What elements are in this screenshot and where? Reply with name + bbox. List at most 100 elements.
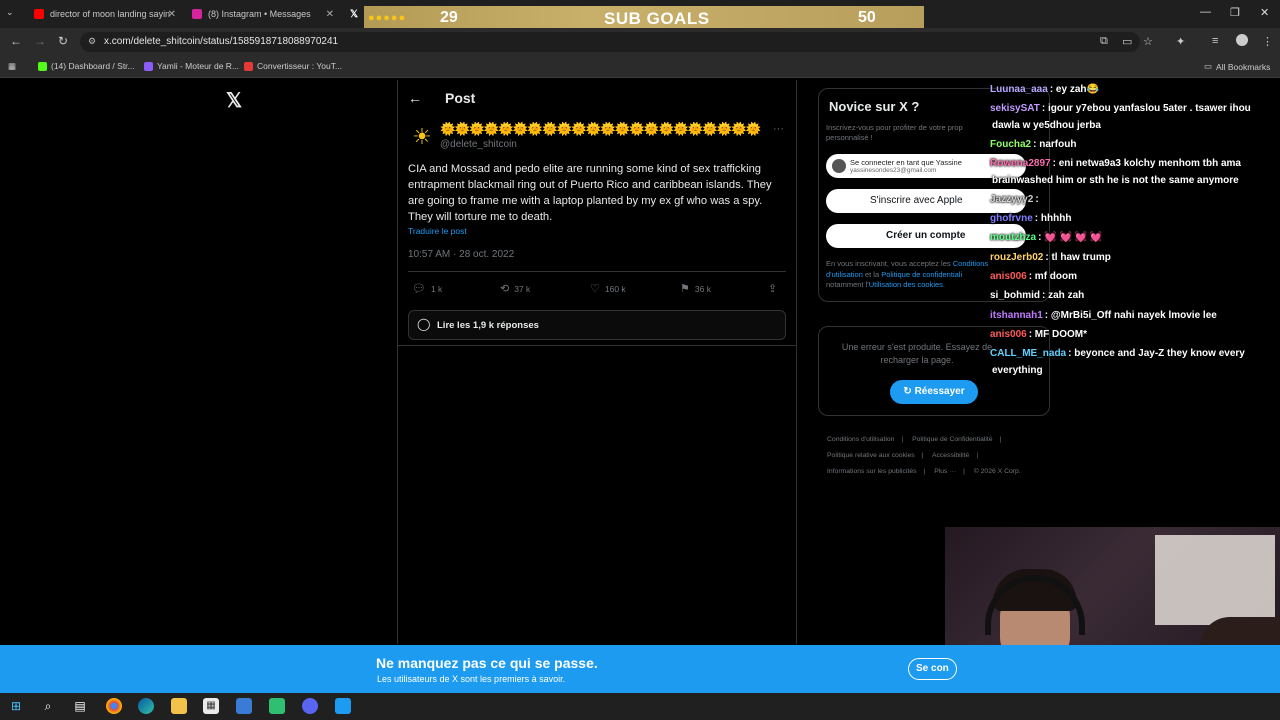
post-timestamp[interactable]: 10:57 AM · 28 oct. 2022 [408, 249, 514, 260]
close-window-icon[interactable]: ✕ [1260, 6, 1269, 19]
restore-icon[interactable]: ❐ [1230, 6, 1240, 19]
x-favicon-icon: 𝕏 [350, 8, 359, 20]
file-explorer-icon[interactable] [171, 698, 187, 714]
edge-icon[interactable] [138, 698, 154, 714]
chat-username[interactable]: itshannah1 [990, 310, 1043, 321]
task-view-icon[interactable]: ▤ [72, 698, 88, 714]
bookmark-button[interactable]: ⚑ 36 k [680, 282, 711, 295]
chat-username[interactable]: CALL_ME_nada [990, 348, 1066, 359]
x-logo[interactable]: 𝕏 [226, 88, 242, 113]
translate-icon[interactable]: ⧉ [1100, 35, 1108, 48]
chat-username[interactable]: Luunaa_aaa [990, 84, 1048, 95]
read-replies-label: Lire les 1,9 k réponses [437, 320, 539, 331]
heart-icon: ♡ [590, 283, 600, 295]
bookmark-kick[interactable]: (14) Dashboard / Str... [38, 61, 135, 71]
share-icon: ⇪ [768, 283, 778, 295]
chat-message: rouzJerb02: tl haw trump [990, 250, 1275, 266]
avatar[interactable]: ☀ [408, 123, 436, 151]
footer-link[interactable]: Politique de Confidentialité [912, 436, 992, 443]
chat-message: Luunaa_aaa: ey zah😂 [990, 82, 1275, 98]
close-icon[interactable]: ✕ [326, 9, 334, 20]
bookmark-yamli[interactable]: Yamli - Moteur de R... [144, 61, 239, 71]
user-handle[interactable]: @delete_shitcoin [440, 139, 517, 150]
tab-instagram[interactable]: (8) Instagram • Messages ✕ [184, 4, 340, 24]
chat-message: sekisySAT: igour y7ebou yanfaslou 5ater … [990, 101, 1275, 117]
translate-post-link[interactable]: Traduire le post [408, 226, 467, 236]
tab-youtube[interactable]: director of moon landing sayin ✕ [26, 4, 182, 24]
chat-username[interactable]: Foucha2 [990, 139, 1031, 150]
footer-link[interactable]: Informations sur les publicités [827, 468, 917, 475]
url-text: x.com/delete_shitcoin/status/15859187180… [104, 36, 339, 47]
extensions-icon[interactable]: ✦ [1176, 35, 1185, 48]
app-icon[interactable] [236, 698, 252, 714]
app-icon[interactable] [269, 698, 285, 714]
cookies-link[interactable]: Utilisation des cookies [869, 280, 943, 289]
search-icon[interactable]: ⌕ [40, 698, 56, 714]
read-replies-button[interactable]: ◯ Lire les 1,9 k réponses [408, 310, 786, 340]
footer-link[interactable]: Plus ··· [934, 468, 956, 475]
share-button[interactable]: ⇪ [768, 282, 782, 295]
chat-message: si_bohmid: zah zah [990, 288, 1275, 304]
chat-username[interactable]: ghofrvne [990, 213, 1033, 224]
chat-text: : ey zah😂 [1049, 84, 1099, 95]
bookmark-converter[interactable]: Convertisseur : YouT... [244, 61, 342, 71]
chat-text: : 💓 💓 💓 💓 [1038, 232, 1103, 243]
address-bar[interactable]: ⚙ x.com/delete_shitcoin/status/158591871… [80, 32, 1140, 52]
repost-button[interactable]: ⟲ 37 k [500, 282, 530, 295]
profile-avatar-icon[interactable] [1236, 34, 1248, 46]
signup-banner: Ne manquez pas ce qui se passe. Les util… [0, 645, 1280, 693]
apps-grid-icon[interactable]: ▦ [8, 61, 16, 72]
chat-message: Rowena2897: eni netwa9a3 kolchy menhom t… [990, 156, 1275, 172]
forward-icon[interactable]: → [34, 34, 46, 48]
footer-link[interactable]: Politique relative aux cookies [827, 452, 915, 459]
chrome-icon[interactable] [106, 698, 122, 714]
chrome-menu-icon[interactable]: ⋮ [1262, 35, 1273, 48]
youtube-icon [34, 9, 44, 19]
app-icon[interactable] [335, 698, 351, 714]
cast-icon[interactable]: ▭ [1122, 35, 1132, 48]
chat-text: : beyonce and Jay-Z they know every [1068, 348, 1245, 359]
back-arrow-icon[interactable]: ← [408, 90, 422, 106]
chat-username[interactable]: anis006 [990, 271, 1027, 282]
menu-list-icon[interactable]: ≡ [1212, 35, 1218, 47]
footer-links: Conditions d'utilisation | Politique de C… [827, 432, 1047, 480]
reply-button[interactable]: 💬︎ 1 k [412, 282, 442, 295]
chat-username[interactable]: moutzhza [990, 232, 1036, 243]
windows-start-icon[interactable]: ⊞ [8, 698, 24, 714]
tab-title: director of moon landing sayin [50, 9, 171, 19]
login-button[interactable]: Se con [908, 658, 957, 680]
bookmark-star-icon[interactable]: ☆ [1143, 35, 1153, 48]
chat-username[interactable]: anis006 [990, 329, 1027, 340]
close-icon[interactable]: ✕ [168, 9, 176, 20]
reload-icon[interactable]: ↻ [58, 34, 68, 48]
minimize-icon[interactable]: — [1200, 6, 1211, 18]
footer-link[interactable]: Accessibilité [932, 452, 969, 459]
privacy-link[interactable]: Politique de confidentiali [881, 270, 962, 279]
more-options-icon[interactable]: ··· [773, 123, 784, 135]
reply-icon: 💬︎ [412, 283, 426, 295]
signup-title: Novice sur X ? [829, 99, 920, 114]
chat-message: Jazzyyy2: [990, 192, 1275, 208]
discord-icon[interactable] [302, 698, 318, 714]
instagram-icon [192, 9, 202, 19]
chat-message: brainwashed him or sth he is not the sam… [990, 173, 1275, 189]
site-info-icon[interactable]: ⚙ [88, 36, 96, 47]
footer-link[interactable]: Conditions d'utilisation [827, 436, 894, 443]
chat-username[interactable]: Rowena2897 [990, 158, 1051, 169]
chat-username[interactable]: sekisySAT [990, 103, 1040, 114]
chat-text: : mf doom [1028, 271, 1078, 282]
chat-message: Foucha2: narfouh [990, 137, 1275, 153]
all-bookmarks[interactable]: ▭ All Bookmarks [1204, 61, 1270, 72]
signup-subtitle: Inscrivez-vous pour profiter de votre pr… [826, 123, 963, 142]
chat-username[interactable]: si_bohmid [990, 290, 1040, 301]
chat-username[interactable]: rouzJerb02 [990, 252, 1043, 263]
chat-username[interactable]: Jazzyyy2 [990, 194, 1033, 205]
tab-x[interactable]: 𝕏 [342, 4, 364, 24]
display-name[interactable]: 🌞🌞🌞🌞🌞🌞🌞🌞🌞🌞🌞🌞🌞🌞🌞🌞🌞🌞🌞🌞🌞🌞 [440, 122, 770, 137]
retry-button[interactable]: ↻ Réessayer [890, 380, 978, 404]
chat-text: : [1035, 194, 1039, 205]
like-button[interactable]: ♡ 160 k [590, 282, 626, 295]
store-icon[interactable]: ▦ [203, 698, 219, 714]
back-icon[interactable]: ← [10, 34, 22, 48]
tab-search-icon[interactable]: ⌄ [6, 7, 14, 18]
